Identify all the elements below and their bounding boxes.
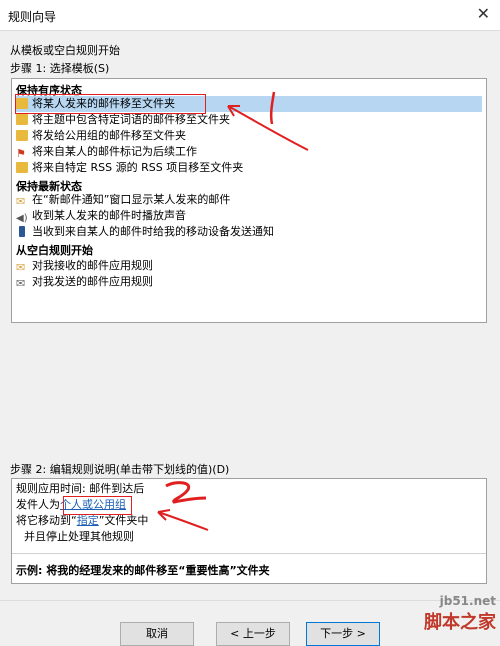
annotation-overlay	[157, 91, 309, 531]
back-button[interactable]: < 上一步	[216, 622, 290, 646]
next-button[interactable]: 下一步 >	[306, 622, 380, 646]
footer-separator	[0, 600, 500, 601]
annotation-mark-2	[165, 481, 207, 504]
watermark-domain: jb51.net	[439, 594, 496, 608]
annotation-arrow-1	[227, 105, 309, 151]
cancel-button[interactable]: 取消	[120, 622, 194, 646]
watermark-brand: 脚本之家	[424, 612, 496, 633]
annotation-arrow-2	[157, 511, 209, 531]
annotation-mark-1	[269, 91, 276, 125]
